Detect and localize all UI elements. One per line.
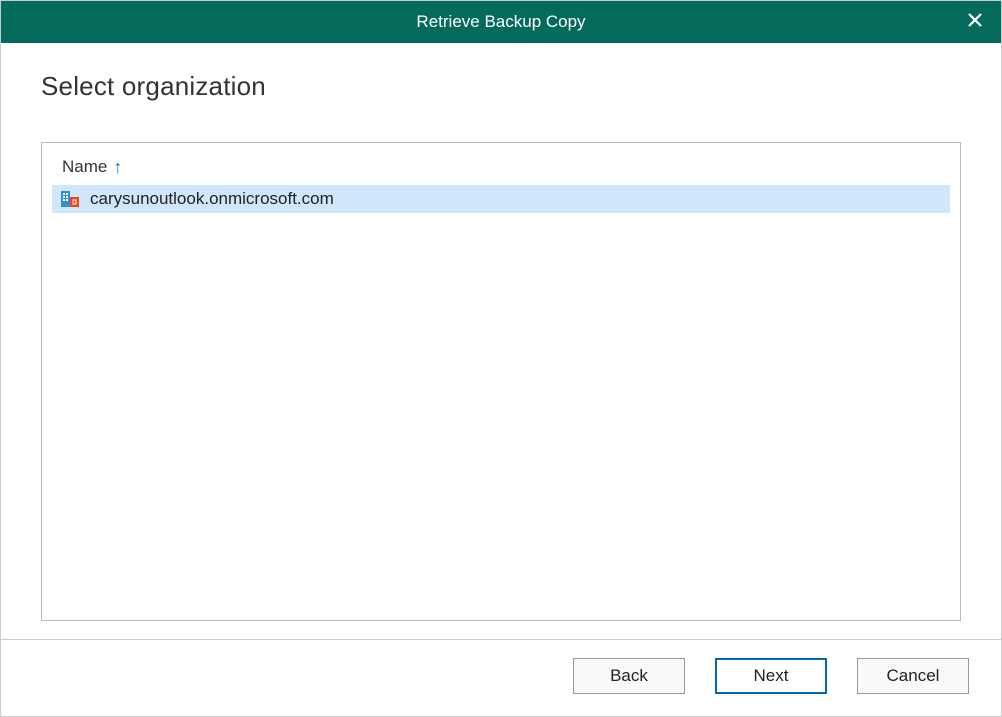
next-button[interactable]: Next [715,658,827,694]
dialog-window: Retrieve Backup Copy Select organization… [0,0,1002,717]
organization-icon [60,189,80,209]
column-header-label: Name [62,157,107,177]
organization-list: carysunoutlook.onmicrosoft.com [42,185,960,620]
sort-ascending-icon: ↑ [113,158,122,176]
organization-name: carysunoutlook.onmicrosoft.com [90,189,334,209]
organization-row[interactable]: carysunoutlook.onmicrosoft.com [52,185,950,213]
dialog-footer: Back Next Cancel [1,639,1001,716]
close-button[interactable] [949,1,1001,43]
cancel-button[interactable]: Cancel [857,658,969,694]
column-header-name[interactable]: Name ↑ [42,143,960,185]
content-area: Select organization Name ↑ [1,43,1001,639]
back-button[interactable]: Back [573,658,685,694]
window-title: Retrieve Backup Copy [416,12,585,32]
page-heading: Select organization [41,71,961,102]
titlebar: Retrieve Backup Copy [1,1,1001,43]
organization-list-panel: Name ↑ [41,142,961,621]
close-icon [968,12,982,32]
